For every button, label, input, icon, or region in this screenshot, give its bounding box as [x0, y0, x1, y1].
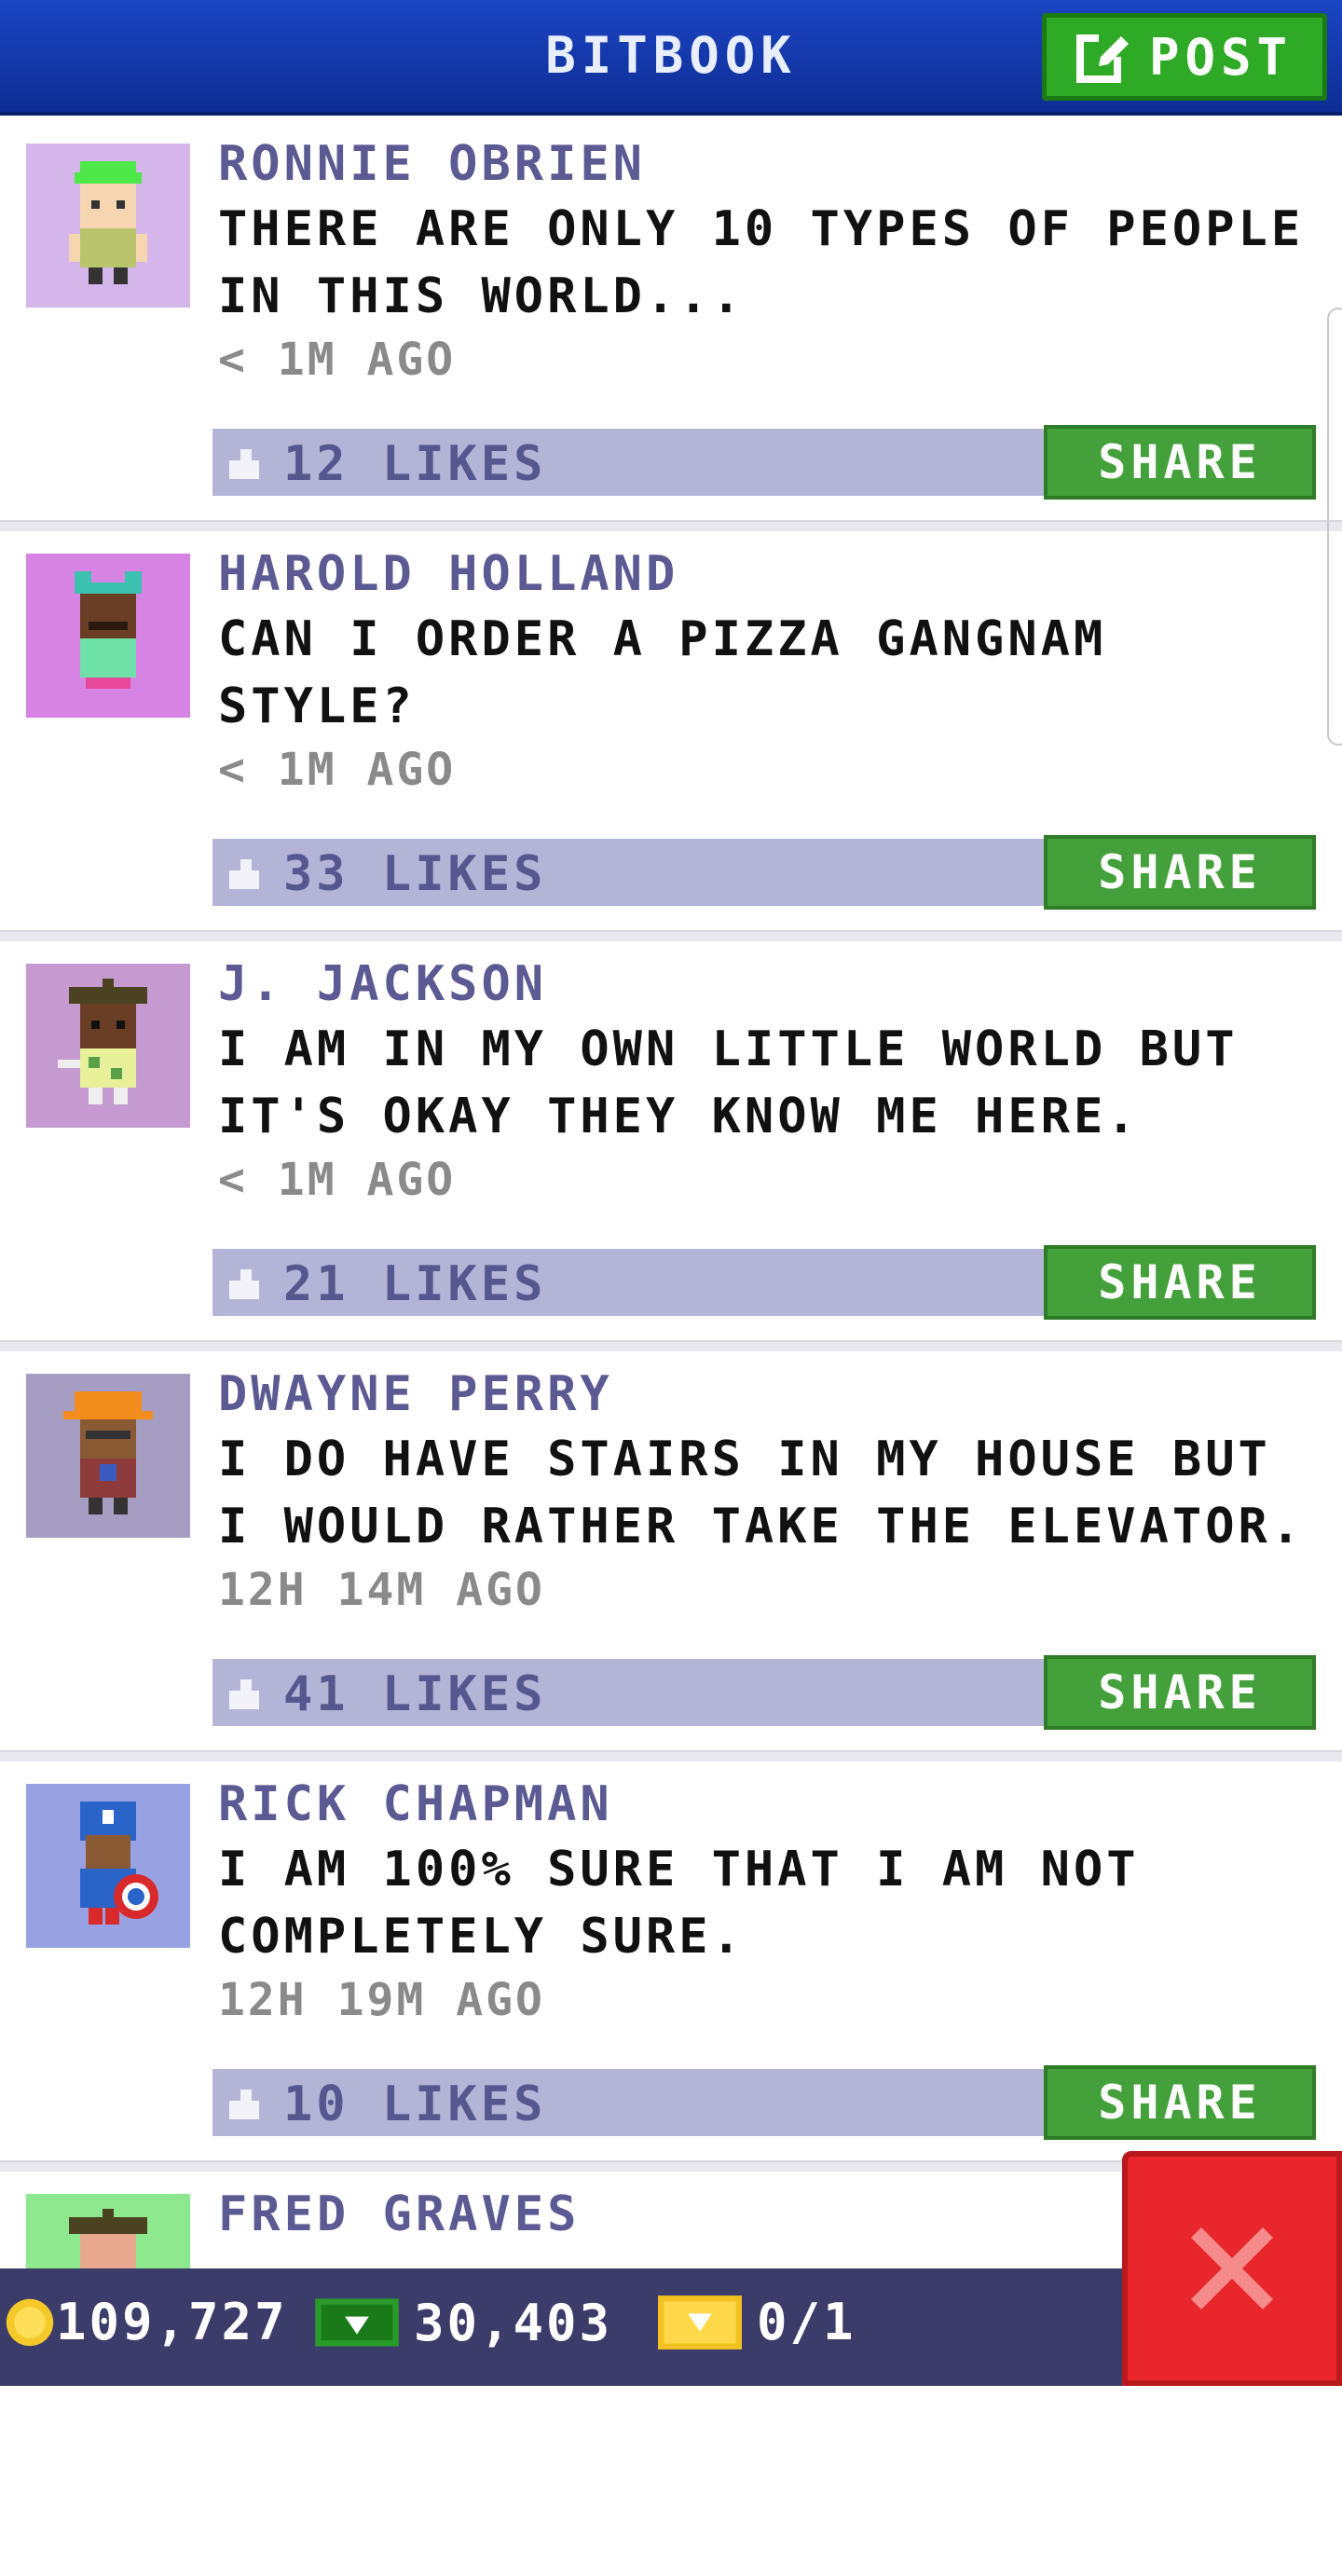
post-author[interactable]: RICK CHAPMAN	[218, 1776, 613, 1832]
avatar	[26, 554, 190, 718]
like-count: 21 LIKES	[283, 1256, 547, 1312]
hardhat-character-icon	[63, 1391, 153, 1514]
share-button[interactable]: SHARE	[1044, 835, 1316, 910]
like-bar[interactable]: 33 LIKES SHARE	[212, 835, 1316, 910]
share-button[interactable]: SHARE	[1044, 1655, 1316, 1730]
close-button[interactable]	[1122, 2151, 1342, 2386]
post-author[interactable]: HAROLD HOLLAND	[218, 546, 678, 602]
coin-icon	[6, 2298, 54, 2346]
avatar	[26, 964, 190, 1128]
like-icon	[229, 449, 259, 479]
tickets-value: 0/1	[757, 2293, 856, 2351]
like-count: 41 LIKES	[283, 1666, 547, 1722]
avatar	[26, 1374, 190, 1538]
feed-post: HAROLD HOLLAND CAN I ORDER A PIZZA GANGN…	[0, 526, 1342, 941]
like-bar[interactable]: 21 LIKES SHARE	[212, 1245, 1316, 1320]
post-message: I AM IN MY OWN LITTLE WORLD BUT IT'S OKA…	[218, 1021, 1239, 1144]
like-count: 10 LIKES	[283, 2076, 547, 2132]
post-time: 12H 14M AGO	[218, 1564, 545, 1616]
post-button[interactable]: POST	[1042, 13, 1327, 101]
bux-value: 30,403	[414, 2293, 613, 2352]
like-icon	[229, 859, 259, 889]
green-hair-character-icon	[69, 161, 147, 284]
like-icon	[229, 2090, 259, 2119]
post-time: < 1M AGO	[218, 744, 457, 796]
post-message: CAN I ORDER A PIZZA GANGNAM STYLE?	[218, 611, 1107, 734]
post-author[interactable]: FRED GRAVES	[218, 2186, 580, 2242]
coins-value: 109,727	[56, 2293, 288, 2351]
like-icon	[229, 1269, 259, 1299]
post-time: 12H 19M AGO	[218, 1974, 545, 2026]
like-bar[interactable]: 12 LIKES SHARE	[212, 425, 1316, 500]
app-header: BITBOOK POST	[0, 0, 1342, 116]
post-message: THERE ARE ONLY 10 TYPES OF PEOPLE IN THI…	[218, 201, 1305, 324]
feed-post: J. JACKSON I AM IN MY OWN LITTLE WORLD B…	[0, 936, 1342, 1351]
like-count: 12 LIKES	[283, 436, 547, 492]
shield-hero-character-icon	[80, 1802, 158, 1925]
like-bar[interactable]: 41 LIKES SHARE	[212, 1655, 1316, 1730]
share-button[interactable]: SHARE	[1044, 1245, 1316, 1320]
bux-stat: 30,403	[315, 2293, 612, 2352]
post-author[interactable]: DWAYNE PERRY	[218, 1366, 613, 1422]
post-time: < 1M AGO	[218, 334, 457, 386]
like-bar[interactable]: 10 LIKES SHARE	[212, 2065, 1316, 2140]
feed-post: RICK CHAPMAN I AM 100% SURE THAT I AM NO…	[0, 1756, 1342, 2172]
feed-post: RONNIE OBRIEN THERE ARE ONLY 10 TYPES OF…	[0, 116, 1342, 531]
share-button[interactable]: SHARE	[1044, 2065, 1316, 2140]
avatar	[26, 144, 190, 308]
post-message: I AM 100% SURE THAT I AM NOT COMPLETELY …	[218, 1842, 1140, 1965]
post-message: I DO HAVE STAIRS IN MY HOUSE BUT I WOULD…	[218, 1432, 1305, 1555]
like-count: 33 LIKES	[283, 846, 547, 902]
coins-stat: 109,727	[4, 2293, 288, 2351]
post-author[interactable]: J. JACKSON	[218, 956, 547, 1012]
post-author[interactable]: RONNIE OBRIEN	[218, 136, 646, 192]
compose-icon	[1075, 29, 1132, 83]
post-time: < 1M AGO	[218, 1154, 457, 1206]
ticket-icon	[658, 2295, 742, 2350]
close-icon	[1191, 2227, 1273, 2309]
beret-character-icon	[58, 979, 147, 1104]
cat-ears-character-icon	[75, 571, 142, 689]
bux-icon	[315, 2298, 399, 2347]
post-button-label: POST	[1148, 27, 1294, 87]
scrollbar[interactable]	[1327, 308, 1342, 746]
feed-post: DWAYNE PERRY I DO HAVE STAIRS IN MY HOUS…	[0, 1346, 1342, 1761]
tickets-stat: 0/1	[658, 2293, 856, 2351]
like-icon	[229, 1679, 259, 1709]
share-button[interactable]: SHARE	[1044, 425, 1316, 500]
avatar	[26, 1784, 190, 1948]
